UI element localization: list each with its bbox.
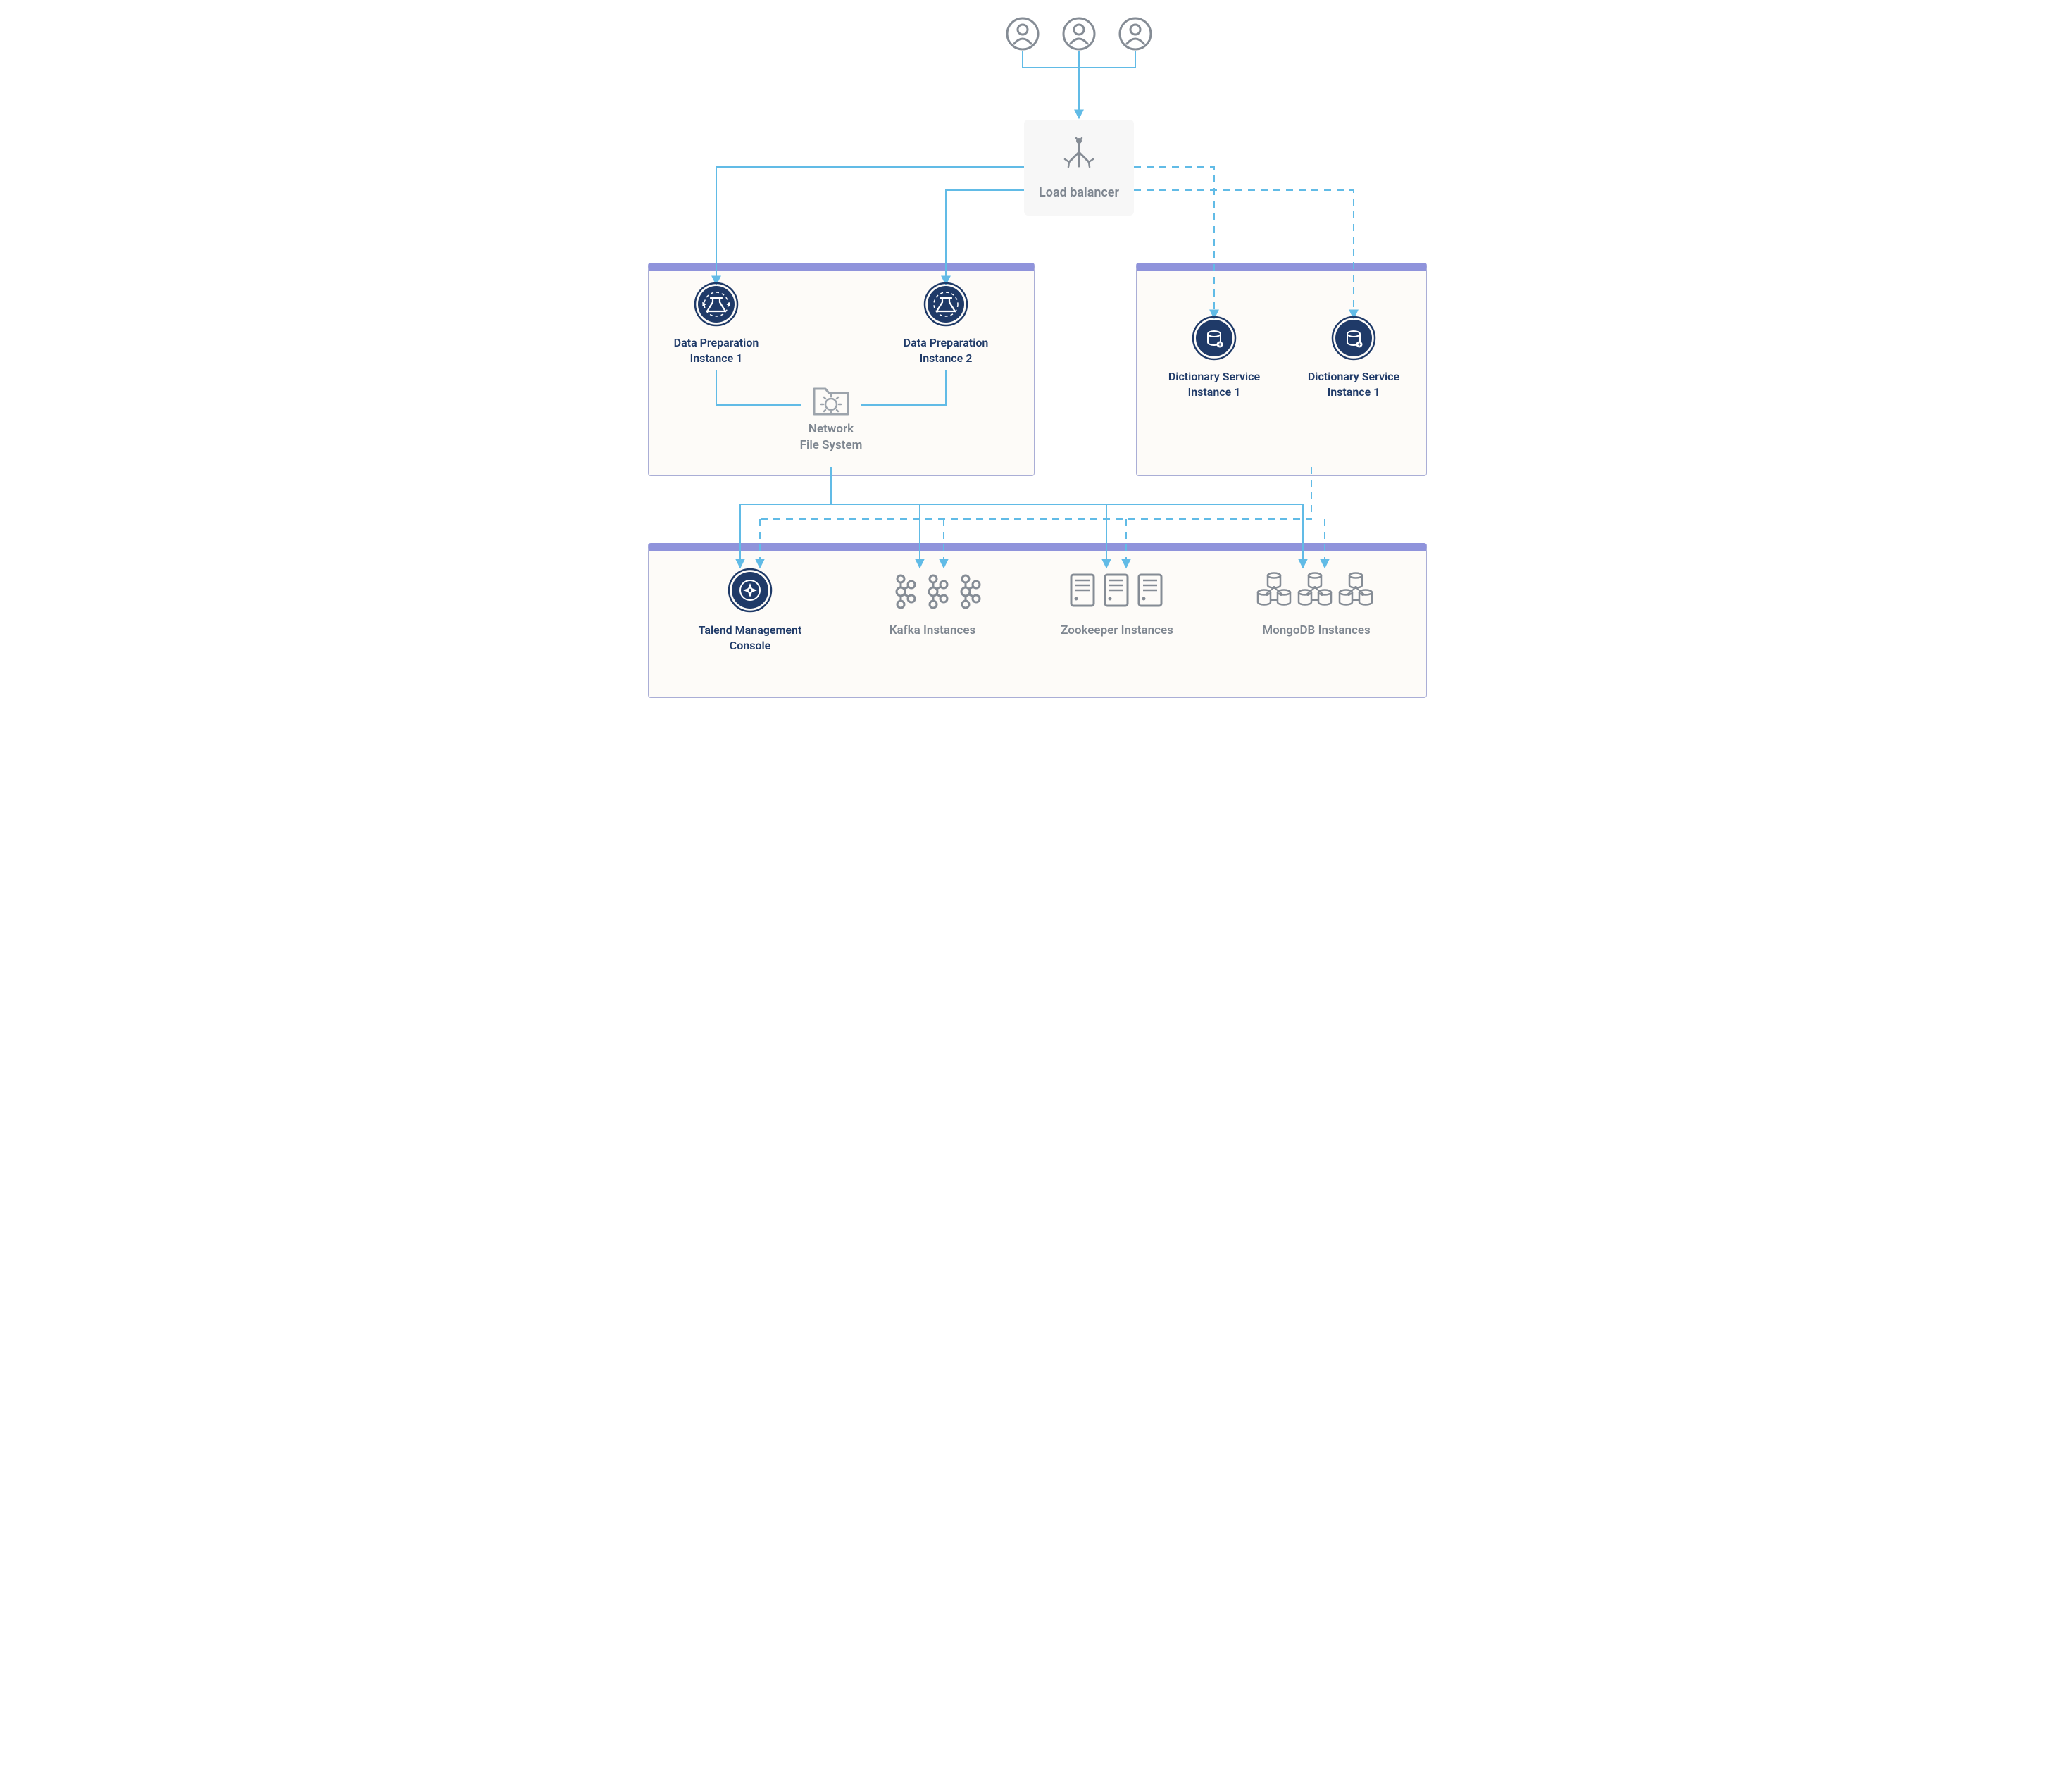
architecture-diagram: + <box>620 0 1452 711</box>
dict-1-label: Dictionary Service Instance 1 <box>1151 369 1278 399</box>
zookeeper-label: Zookeeper Instances <box>1043 623 1191 639</box>
nfs-label: Network File System <box>775 421 887 454</box>
kafka-label: Kafka Instances <box>873 623 992 639</box>
dict-2-label: Dictionary Service Instance 1 <box>1290 369 1417 399</box>
tmc-label: Talend Management Console <box>687 623 813 653</box>
user-icon <box>1063 18 1094 49</box>
load-balancer-label: Load balancer <box>1024 185 1134 201</box>
mongo-label: MongoDB Instances <box>1246 623 1387 639</box>
data-prep-2-label: Data Preparation Instance 2 <box>890 335 1002 366</box>
user-icon <box>1007 18 1038 49</box>
edge-user3-lb <box>1079 51 1135 68</box>
group-infrastructure <box>648 543 1427 698</box>
user-icon <box>1120 18 1151 49</box>
data-prep-1-label: Data Preparation Instance 1 <box>660 335 773 366</box>
edge-user1-lb <box>1023 51 1079 68</box>
